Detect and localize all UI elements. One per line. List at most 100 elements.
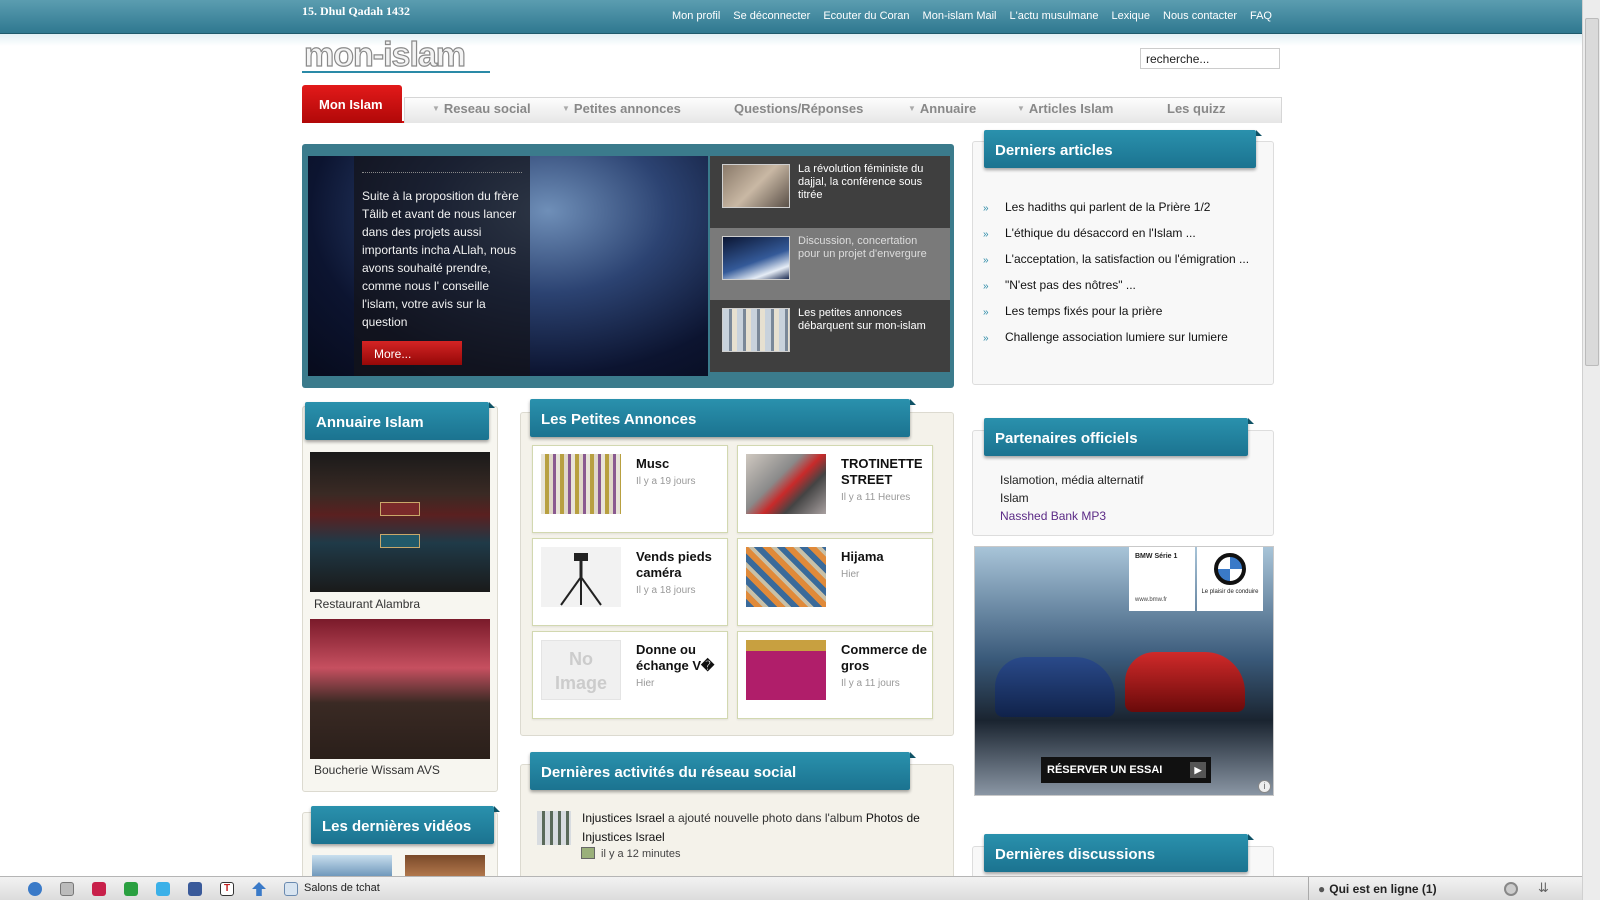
annuaire-image-2[interactable] (310, 619, 490, 759)
article-item[interactable]: » L'éthique du désaccord en l'Islam ... (983, 226, 1249, 252)
slide-thumb-3[interactable]: Les petites annonces débarquent sur mon-… (710, 300, 950, 372)
chevron-down-icon: ▼ (432, 104, 440, 113)
collapse-icon[interactable]: ⇊ (1538, 880, 1549, 896)
annonce-title: Donne ou échange V� Hier (636, 642, 715, 689)
scrollbar-thumb[interactable] (1585, 18, 1599, 366)
chevron-down-icon: ▼ (908, 104, 916, 113)
annonce-card[interactable]: TROTINETTE STREET Il y a 11 Heures (737, 445, 933, 533)
activity-time: il y a 12 minutes (601, 848, 681, 860)
top-link-lexique[interactable]: Lexique (1111, 10, 1150, 22)
article-item[interactable]: » Les temps fixés pour la prière (983, 304, 1249, 330)
nav-tab-reseau[interactable]: ▼ Reseau social (432, 101, 531, 116)
ad-url: www.bmw.fr (1135, 597, 1168, 603)
annuaire-entry-label[interactable]: Restaurant Alambra (314, 597, 420, 611)
site-logo[interactable]: mon-islam (302, 35, 492, 75)
annonces-title: Les Petites Annonces (530, 399, 916, 437)
articles-box: » Les hadiths qui parlent de la Prière 1/… (972, 141, 1274, 385)
top-link-actu[interactable]: L'actu musulmane (1010, 10, 1099, 22)
logo-text: mon-islam (304, 38, 465, 74)
nav-tab-quizz[interactable]: Les quizz (1167, 101, 1226, 116)
top-bar: 15. Dhul Qadah 1432 Mon profil Se déconn… (0, 0, 1582, 34)
main-nav: Mon Islam ▼ Reseau social ▼ Petites annonc… (302, 85, 1282, 123)
annuaire-image-1[interactable] (310, 452, 490, 592)
partner-link[interactable]: Islamotion, média alternatif (1000, 473, 1143, 487)
page-viewport: 15. Dhul Qadah 1432 Mon profil Se déconn… (0, 0, 1582, 900)
partner-link[interactable]: Nasshed Bank MP3 (1000, 509, 1106, 523)
annonce-image (746, 547, 826, 607)
article-item[interactable]: » Challenge association lumiere sur lumie… (983, 330, 1249, 356)
top-link-coran[interactable]: Ecouter du Coran (823, 10, 909, 22)
annonce-image (541, 454, 621, 514)
twitter-icon[interactable] (156, 882, 170, 896)
share-icon[interactable] (124, 882, 138, 896)
nav-tab-articles[interactable]: ▼ Articles Islam (1017, 101, 1113, 116)
annonce-card[interactable]: Commerce de gros Il y a 11 jours (737, 631, 933, 719)
thumb-title: Discussion, concertation pour un projet … (798, 235, 927, 260)
nav-tab-annuaire[interactable]: ▼ Annuaire (908, 101, 976, 116)
window-icon[interactable] (60, 882, 74, 896)
facebook-icon[interactable] (188, 882, 202, 896)
top-link-mail[interactable]: Mon-islam Mail (923, 10, 997, 22)
header-band (0, 34, 1582, 46)
bmw-logo-icon (1214, 553, 1246, 585)
nav-tab-mon-islam[interactable]: Mon Islam (302, 85, 402, 123)
slide-thumb-2[interactable]: Discussion, concertation pour un projet … (710, 228, 950, 300)
ad-label-panel: BMW Série 1 www.bmw.fr (1129, 547, 1195, 611)
discussions-title: Dernières discussions (984, 834, 1254, 872)
activity-title: Dernières activités du réseau social (530, 752, 916, 790)
activity-user-link[interactable]: Injustices Israel (582, 811, 665, 825)
bottom-toolbar: T Salons de tchat ● Qui est en ligne (1) … (0, 876, 1582, 900)
top-link-faq[interactable]: FAQ (1250, 10, 1272, 22)
annonce-title: TROTINETTE STREET Il y a 11 Heures (841, 456, 923, 503)
annuaire-entry-label[interactable]: Boucherie Wissam AVS (314, 763, 440, 777)
annonce-image (746, 454, 826, 514)
nav-tab-annonces[interactable]: ▼ Petites annonces (562, 101, 681, 116)
ad-slogan: Le plaisir de conduire (1201, 589, 1259, 595)
annuaire-title: Annuaire Islam (305, 402, 495, 440)
scrollbar[interactable] (1582, 0, 1600, 900)
article-item[interactable]: » L'acceptation, la satisfaction ou l'émi… (983, 252, 1249, 278)
ad-cta-button[interactable]: RÉSERVER UN ESSAI ▶ (1041, 757, 1211, 783)
nav-tab-questions[interactable]: Questions/Réponses (734, 101, 863, 116)
top-link-logout[interactable]: Se déconnecter (733, 10, 810, 22)
ad-banner[interactable]: BMW Série 1 www.bmw.fr Le plaisir de con… (974, 546, 1274, 796)
top-link-profile[interactable]: Mon profil (672, 10, 720, 22)
ad-label: BMW Série 1 (1135, 553, 1178, 560)
chat-rooms-link[interactable]: Salons de tchat (304, 882, 380, 894)
globe-icon[interactable] (28, 882, 42, 896)
annonce-card[interactable]: No Image Donne ou échange V� Hier (532, 631, 728, 719)
car-red (1125, 652, 1245, 712)
slide-thumb-1[interactable]: La révolution féministe du dajjal, la co… (710, 156, 950, 228)
slide-text: Suite à la proposition du frère Tâlib et… (362, 189, 519, 329)
top-link-contact[interactable]: Nous contacter (1163, 10, 1237, 22)
annonce-title: Musc Il y a 19 jours (636, 456, 696, 487)
translate-icon[interactable]: T (220, 882, 234, 896)
search-input[interactable] (1140, 48, 1280, 69)
ad-info-icon[interactable]: i (1258, 780, 1271, 793)
partner-link[interactable]: Islam (1000, 491, 1029, 505)
arrow-up-icon[interactable] (252, 882, 266, 896)
nav-label: Annuaire (919, 101, 977, 116)
thumb-title: La révolution féministe du dajjal, la co… (798, 163, 924, 201)
online-users[interactable]: ● Qui est en ligne (1) (1318, 882, 1437, 896)
avatar[interactable] (537, 811, 571, 845)
annonce-title: Vends pieds caméra Il y a 18 jours (636, 549, 712, 596)
annonce-card[interactable]: Vends pieds caméra Il y a 18 jours (532, 538, 728, 626)
annonce-image (541, 547, 621, 607)
pocket-icon[interactable] (92, 882, 106, 896)
annonce-title: Hijama Hier (841, 549, 884, 580)
annonce-card[interactable]: Musc Il y a 19 jours (532, 445, 728, 533)
chevron-down-icon: ▼ (562, 104, 570, 113)
articles-list: » Les hadiths qui parlent de la Prière 1/… (983, 200, 1249, 356)
photo-icon (581, 847, 595, 859)
gear-icon[interactable] (1504, 882, 1518, 896)
article-item[interactable]: » "N'est pas des nôtres" ... (983, 278, 1249, 304)
annonce-card[interactable]: Hijama Hier (737, 538, 933, 626)
user-icon: ● (1318, 882, 1326, 896)
more-button[interactable]: More... (362, 341, 462, 365)
car-blue (995, 657, 1115, 717)
article-item[interactable]: » Les hadiths qui parlent de la Prière 1/… (983, 200, 1249, 226)
nav-label: Reseau social (443, 101, 531, 116)
bmw-logo-panel: Le plaisir de conduire (1197, 547, 1263, 611)
articles-title: Derniers articles (984, 130, 1262, 168)
